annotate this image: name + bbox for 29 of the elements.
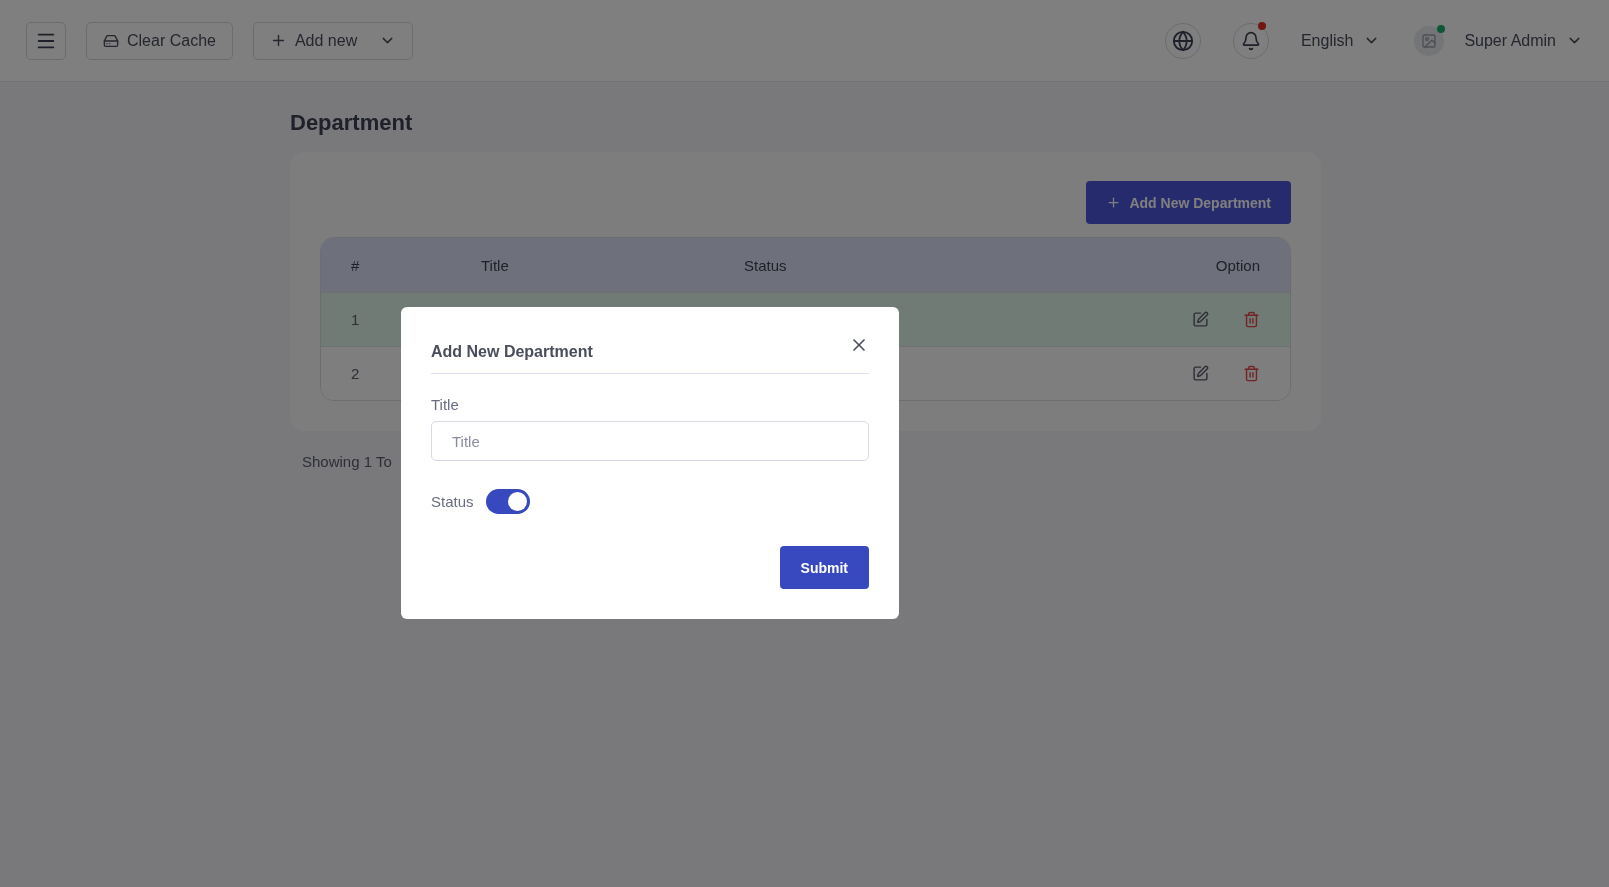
user-dropdown[interactable]: Super Admin <box>1464 31 1583 50</box>
plus-icon <box>1106 195 1122 210</box>
column-header: Status <box>744 256 788 274</box>
bell-icon <box>1240 30 1261 51</box>
globe-icon[interactable] <box>1164 22 1201 59</box>
edit-icon[interactable] <box>1192 311 1209 328</box>
language-dropdown[interactable]: English <box>1300 31 1381 50</box>
dialog-title: Add New Department <box>431 343 593 361</box>
column-header: # <box>351 256 361 274</box>
trash-icon[interactable] <box>1243 311 1260 328</box>
column-header: Title <box>481 256 510 274</box>
notification-button[interactable] <box>1232 22 1269 59</box>
column-header: Option <box>1214 256 1260 274</box>
clear-cache-button[interactable]: Clear Cache <box>86 21 233 60</box>
add-department-button[interactable]: Add New Department <box>1086 181 1291 224</box>
menu-icon[interactable] <box>26 21 66 60</box>
status-toggle[interactable] <box>485 489 530 514</box>
submit-button[interactable]: Submit <box>779 546 869 589</box>
image-icon <box>1421 32 1438 49</box>
drive-icon <box>103 32 119 49</box>
add-new-button[interactable]: Add new <box>252 21 414 60</box>
row-number: 2 <box>351 365 361 382</box>
title-input[interactable]: Title <box>431 421 869 461</box>
page-title: Department <box>290 110 414 136</box>
status-label: Status <box>431 493 474 510</box>
pagination-text: Showing 1 To <box>302 453 393 470</box>
row-number: 1 <box>351 311 361 328</box>
trash-icon[interactable] <box>1243 365 1260 382</box>
edit-icon[interactable] <box>1192 365 1209 382</box>
